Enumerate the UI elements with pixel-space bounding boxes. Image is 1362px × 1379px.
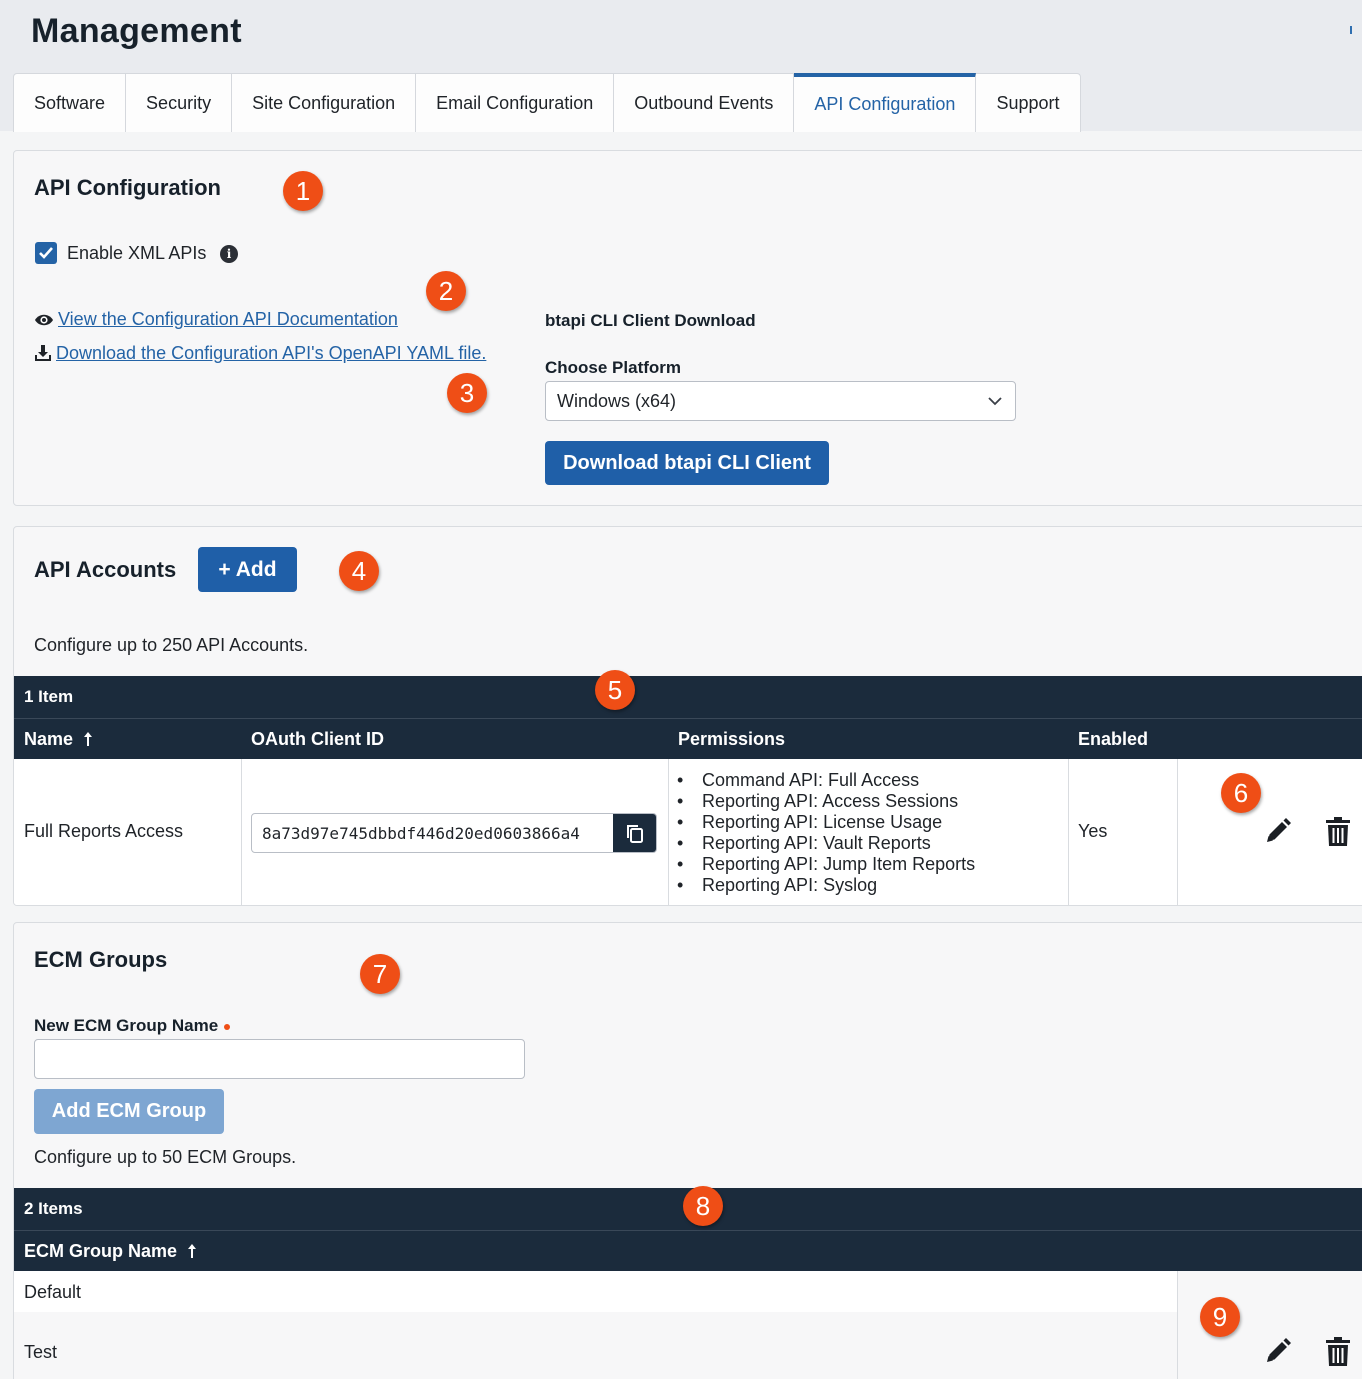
callout-badge-3: 3: [447, 373, 487, 413]
copy-icon: [626, 825, 643, 843]
list-item: Reporting API: Access Sessions: [677, 791, 975, 812]
callout-badge-5: 5: [595, 670, 635, 710]
column-header-actions: [1177, 1230, 1362, 1271]
edit-icon[interactable]: [1264, 1337, 1292, 1365]
api-configuration-panel: API Configuration 1 Enable XML APIs i 2 …: [13, 150, 1362, 506]
tab-bar: Software Security Site Configuration Ema…: [13, 73, 1081, 132]
platform-select[interactable]: Windows (x64): [545, 381, 1016, 421]
list-item: Reporting API: Syslog: [677, 875, 975, 896]
tab-software[interactable]: Software: [13, 73, 127, 132]
callout-badge-7: 7: [360, 954, 400, 994]
callout-badge-4: 4: [339, 551, 379, 591]
enable-xml-label: Enable XML APIs: [67, 243, 207, 263]
api-accounts-title: API Accounts: [34, 557, 177, 582]
page-title: Management: [31, 12, 242, 50]
tab-site-configuration[interactable]: Site Configuration: [232, 73, 417, 132]
choose-platform-label: Choose Platform: [545, 358, 682, 377]
api-accounts-item-count: 1 Item: [14, 676, 1362, 718]
enable-xml-checkbox[interactable]: [35, 242, 57, 264]
list-item: Reporting API: Jump Item Reports: [677, 854, 975, 875]
ecm-groups-description: Configure up to 50 ECM Groups.: [34, 1147, 297, 1167]
new-ecm-group-name-input[interactable]: [34, 1039, 525, 1079]
cli-download-heading: btapi CLI Client Download: [545, 311, 756, 330]
chevron-down-icon: [988, 397, 1002, 406]
tab-email-configuration[interactable]: Email Configuration: [416, 73, 615, 132]
new-ecm-group-name-text: New ECM Group Name: [34, 1016, 219, 1035]
column-header-enabled: Enabled: [1068, 718, 1177, 759]
list-item: Command API: Full Access: [677, 770, 975, 791]
tab-security[interactable]: Security: [126, 73, 233, 132]
cell-divider: [1068, 759, 1069, 905]
oauth-client-id-field[interactable]: 8a73d97e745dbbdf446d20ed0603866a4: [251, 813, 657, 853]
trash-icon[interactable]: [1325, 1337, 1351, 1367]
cell-divider: [1177, 1271, 1178, 1379]
tab-outbound-events[interactable]: Outbound Events: [614, 73, 795, 132]
add-ecm-group-button[interactable]: Add ECM Group: [34, 1089, 224, 1134]
ecm-group-name: Test: [24, 1342, 58, 1362]
column-header-oauth-client-id: OAuth Client ID: [241, 718, 668, 759]
sort-ascending-icon: [188, 1244, 197, 1258]
view-api-documentation-link[interactable]: View the Configuration API Documentation: [58, 309, 398, 330]
copy-client-id-button[interactable]: [613, 814, 656, 852]
cell-divider: [1177, 759, 1178, 905]
tab-support[interactable]: Support: [976, 73, 1081, 132]
checkmark-icon: [39, 247, 53, 259]
platform-select-value: Windows (x64): [557, 390, 677, 411]
tab-api-configuration[interactable]: API Configuration: [794, 73, 977, 132]
sort-ascending-icon: [84, 732, 93, 746]
item-count-text: 1 Item: [24, 687, 74, 706]
column-header-actions: [1177, 718, 1362, 759]
list-item: Reporting API: Vault Reports: [677, 833, 975, 854]
api-configuration-title: API Configuration: [34, 175, 221, 200]
ecm-groups-panel: ECM Groups 7 New ECM Group Name Add ECM …: [13, 922, 1362, 1379]
corner-mark: [1350, 26, 1352, 34]
column-header-ecm-group-name-label: ECM Group Name: [24, 1240, 178, 1261]
download-cli-button[interactable]: Download btapi CLI Client: [545, 441, 829, 485]
item-count-text: 2 Items: [24, 1199, 83, 1218]
download-openapi-yaml-link[interactable]: Download the Configuration API's OpenAPI…: [56, 343, 486, 364]
table-row[interactable]: [14, 1312, 1177, 1379]
api-accounts-description: Configure up to 250 API Accounts.: [34, 635, 309, 655]
column-header-ecm-group-name[interactable]: ECM Group Name: [14, 1230, 1177, 1271]
table-row: [14, 759, 1362, 905]
new-ecm-group-name-label: New ECM Group Name: [34, 1016, 231, 1036]
table-row[interactable]: [14, 1271, 1177, 1312]
edit-icon[interactable]: [1264, 817, 1292, 845]
trash-icon[interactable]: [1325, 817, 1351, 847]
account-enabled: Yes: [1078, 821, 1108, 841]
cell-divider: [241, 759, 242, 905]
column-header-name-label: Name: [24, 728, 74, 749]
add-api-account-button[interactable]: + Add: [198, 547, 297, 592]
ecm-groups-title: ECM Groups: [34, 947, 168, 972]
callout-badge-8: 8: [683, 1186, 723, 1226]
list-item: Reporting API: License Usage: [677, 812, 975, 833]
download-icon: [35, 345, 51, 361]
eye-icon: [35, 314, 53, 326]
callout-badge-2: 2: [426, 271, 466, 311]
ecm-group-name: Default: [24, 1282, 82, 1302]
account-name: Full Reports Access: [24, 821, 184, 841]
column-header-permissions: Permissions: [668, 718, 1068, 759]
callout-badge-1: 1: [283, 171, 323, 211]
callout-badge-6: 6: [1221, 773, 1261, 813]
permissions-list: Command API: Full Access Reporting API: …: [677, 770, 975, 896]
column-header-name[interactable]: Name: [14, 718, 241, 759]
required-indicator: [224, 1023, 231, 1030]
info-icon[interactable]: i: [220, 245, 238, 263]
callout-badge-9: 9: [1200, 1297, 1240, 1337]
oauth-client-id-value: 8a73d97e745dbbdf446d20ed0603866a4: [262, 823, 580, 843]
api-accounts-panel: API Accounts + Add 4 Configure up to 250…: [13, 526, 1362, 906]
cell-divider: [668, 759, 669, 905]
